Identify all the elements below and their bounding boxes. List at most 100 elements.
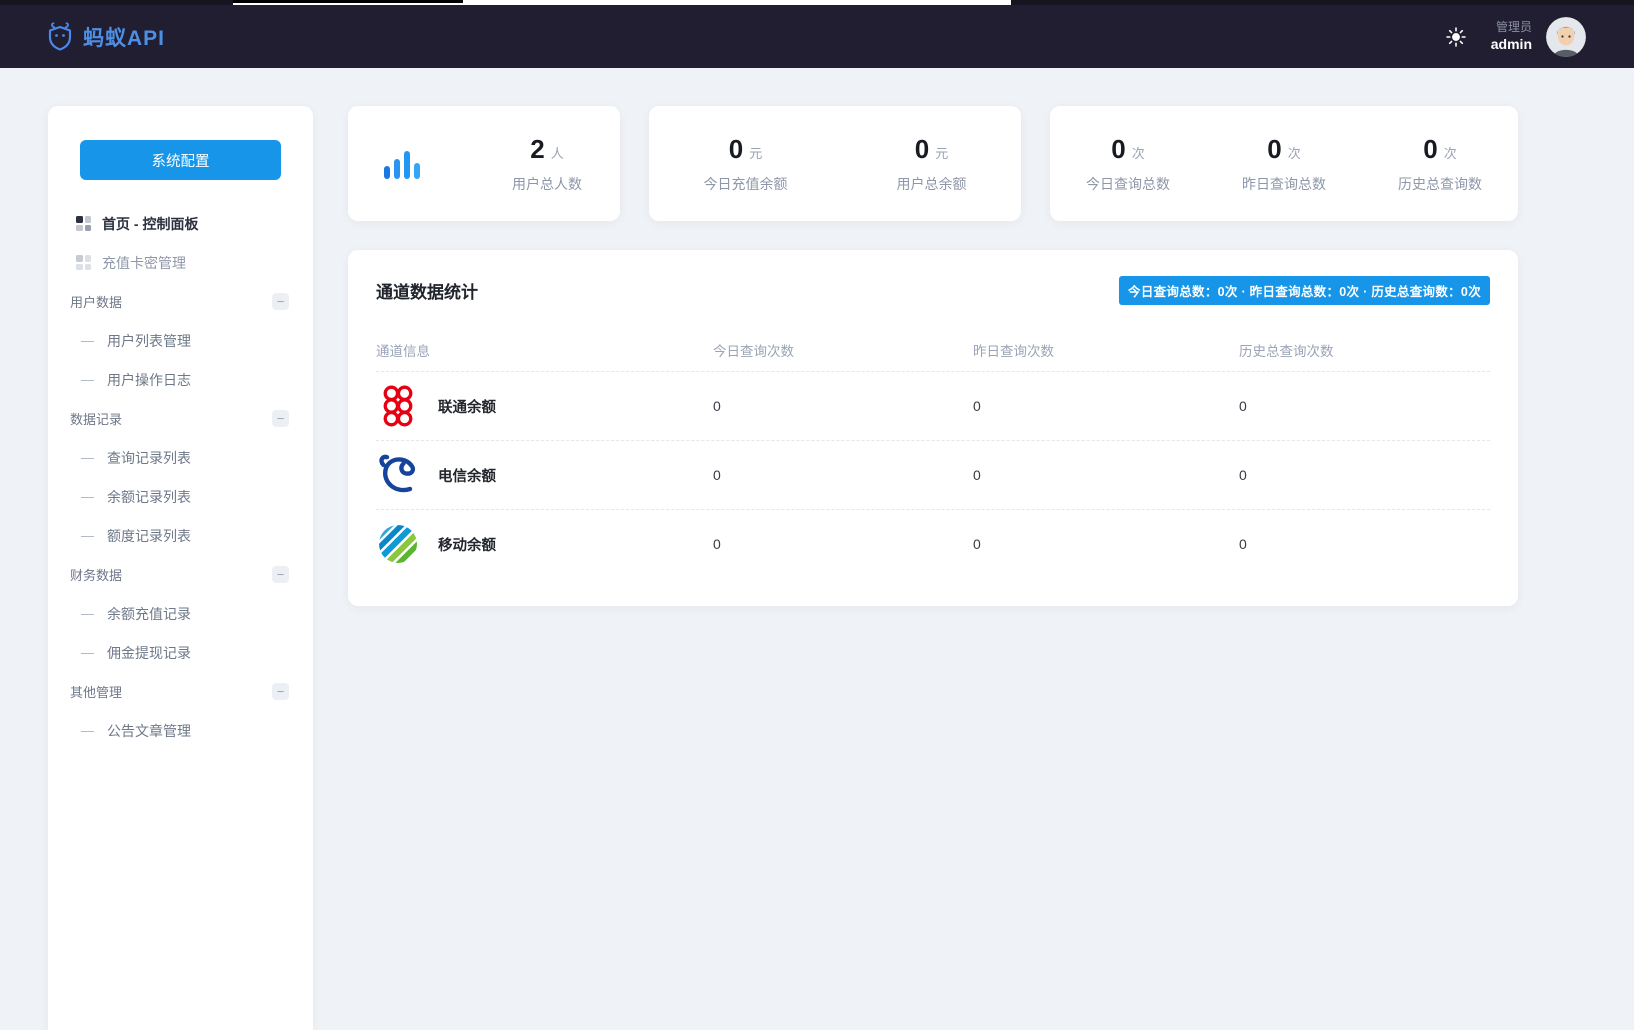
browser-edge-strip — [0, 0, 1634, 5]
sidebar-item-label: 用户列表管理 — [107, 331, 191, 351]
sidebar-item-home[interactable]: 首页 - 控制面板 — [48, 204, 313, 243]
table-row-mobile: 移动余额 0 0 0 — [376, 509, 1490, 578]
stat-recharge-today: 0元 今日充值余额 — [704, 134, 788, 194]
sidebar-item-label: 首页 - 控制面板 — [102, 214, 198, 234]
sidebar-item-withdraw-records[interactable]: — 佣金提现记录 — [48, 633, 313, 672]
stat-unit: 次 — [1288, 146, 1301, 161]
sidebar-section-data-records: 数据记录 − — [48, 399, 313, 438]
stat-queries-today: 0次 今日查询总数 — [1086, 134, 1170, 194]
channel-cell: 联通余额 — [376, 384, 713, 428]
stat-unit: 元 — [935, 146, 948, 161]
sidebar-item-query-records[interactable]: — 查询记录列表 — [48, 438, 313, 477]
stat-value: 0 — [915, 134, 929, 164]
sidebar-item-balance-records[interactable]: — 余额记录列表 — [48, 477, 313, 516]
ant-shield-icon — [45, 22, 75, 52]
dash-icon: — — [81, 489, 94, 504]
sidebar-item-label: 余额记录列表 — [107, 487, 191, 507]
collapse-minus-icon[interactable]: − — [272, 410, 289, 427]
card-query-counts: 0次 今日查询总数 0次 昨日查询总数 0次 历史总查询数 — [1050, 106, 1518, 221]
col-header-channel: 通道信息 — [376, 340, 713, 360]
user-name: admin — [1491, 35, 1532, 54]
navbar-right: 管理员 admin — [1445, 17, 1586, 57]
cell-total: 0 — [1239, 467, 1490, 483]
stat-total-users: 2人 用户总人数 — [512, 134, 582, 194]
dash-icon: — — [81, 372, 94, 387]
stat-value: 0 — [729, 134, 743, 164]
logo-text: 蚂蚁API — [83, 22, 165, 52]
page-body: 系统配置 首页 - 控制面板 充值卡密管理 用户数据 − — 用户列表管理 — … — [0, 68, 1634, 1030]
cell-today: 0 — [713, 398, 973, 414]
theme-toggle-button[interactable] — [1445, 26, 1467, 48]
sidebar-item-quota-records[interactable]: — 额度记录列表 — [48, 516, 313, 555]
col-header-today: 今日查询次数 — [713, 340, 973, 360]
sidebar-item-label: 额度记录列表 — [107, 526, 191, 546]
cell-today: 0 — [713, 536, 973, 552]
stat-queries-total: 0次 历史总查询数 — [1398, 134, 1482, 194]
collapse-minus-icon[interactable]: − — [272, 683, 289, 700]
table-header-row: 通道信息 今日查询次数 昨日查询次数 历史总查询次数 — [376, 329, 1490, 371]
sidebar-section-other: 其他管理 − — [48, 672, 313, 711]
channel-name: 移动余额 — [438, 534, 496, 555]
stat-queries-yesterday: 0次 昨日查询总数 — [1242, 134, 1326, 194]
stat-cards-row: 2人 用户总人数 0元 今日充值余额 0元 用户总余额 — [348, 106, 1518, 221]
china-telecom-logo-icon — [376, 453, 420, 497]
channel-cell: 电信余额 — [376, 453, 713, 497]
stat-unit: 人 — [551, 146, 564, 161]
stat-unit: 次 — [1132, 146, 1145, 161]
section-title: 其他管理 — [70, 682, 122, 701]
cell-total: 0 — [1239, 398, 1490, 414]
sidebar-item-label: 查询记录列表 — [107, 448, 191, 468]
user-avatar[interactable] — [1546, 17, 1586, 57]
sidebar-section-finance: 财务数据 − — [48, 555, 313, 594]
table-row-telecom: 电信余额 0 0 0 — [376, 440, 1490, 509]
sidebar-item-user-list[interactable]: — 用户列表管理 — [48, 321, 313, 360]
system-config-button[interactable]: 系统配置 — [80, 140, 281, 180]
app-logo[interactable]: 蚂蚁API — [45, 22, 165, 52]
panel-header: 通道数据统计 今日查询总数：0次 · 昨日查询总数：0次 · 历史总查询数：0次 — [376, 276, 1490, 305]
card-balances: 0元 今日充值余额 0元 用户总余额 — [649, 106, 1021, 221]
stat-label: 今日查询总数 — [1086, 174, 1170, 194]
stat-label: 今日充值余额 — [704, 174, 788, 194]
section-title: 数据记录 — [70, 409, 122, 428]
stat-label: 用户总人数 — [512, 174, 582, 194]
stat-unit: 次 — [1444, 146, 1457, 161]
collapse-minus-icon[interactable]: − — [272, 566, 289, 583]
user-role: 管理员 — [1491, 19, 1532, 35]
stat-value: 0 — [1267, 134, 1281, 164]
dash-icon: — — [81, 528, 94, 543]
stat-value: 2 — [530, 134, 544, 164]
stat-unit: 元 — [749, 146, 762, 161]
sidebar-item-card-keys[interactable]: 充值卡密管理 — [48, 243, 313, 282]
stat-user-balance: 0元 用户总余额 — [897, 134, 967, 194]
sun-icon — [1445, 26, 1467, 48]
user-menu[interactable]: 管理员 admin — [1491, 19, 1532, 54]
cell-total: 0 — [1239, 536, 1490, 552]
top-navbar: 蚂蚁API 管理员 admin — [0, 5, 1634, 68]
browser-edge-black — [233, 0, 463, 3]
dash-icon: — — [81, 450, 94, 465]
dash-icon: — — [81, 645, 94, 660]
main-content: 2人 用户总人数 0元 今日充值余额 0元 用户总余额 — [348, 106, 1518, 606]
sidebar-item-label: 公告文章管理 — [107, 721, 191, 741]
sidebar-item-announcements[interactable]: — 公告文章管理 — [48, 711, 313, 750]
dash-icon: — — [81, 723, 94, 738]
sidebar-item-label: 佣金提现记录 — [107, 643, 191, 663]
china-mobile-logo-icon — [376, 522, 420, 566]
channel-cell: 移动余额 — [376, 522, 713, 566]
dash-icon: — — [81, 333, 94, 348]
bar-chart-icon — [384, 148, 420, 180]
collapse-minus-icon[interactable]: − — [272, 293, 289, 310]
stat-value: 0 — [1423, 134, 1437, 164]
sidebar-item-user-log[interactable]: — 用户操作日志 — [48, 360, 313, 399]
panel-title: 通道数据统计 — [376, 278, 478, 303]
china-unicom-logo-icon — [376, 384, 420, 428]
stat-label: 历史总查询数 — [1398, 174, 1482, 194]
card-keys-grid-icon — [76, 255, 91, 270]
sidebar: 系统配置 首页 - 控制面板 充值卡密管理 用户数据 − — 用户列表管理 — … — [48, 106, 313, 1030]
sidebar-item-recharge-records[interactable]: — 余额充值记录 — [48, 594, 313, 633]
cell-yesterday: 0 — [973, 398, 1239, 414]
stat-label: 昨日查询总数 — [1242, 174, 1326, 194]
channel-table: 通道信息 今日查询次数 昨日查询次数 历史总查询次数 — [376, 329, 1490, 578]
dash-icon: — — [81, 606, 94, 621]
col-header-yesterday: 昨日查询次数 — [973, 340, 1239, 360]
